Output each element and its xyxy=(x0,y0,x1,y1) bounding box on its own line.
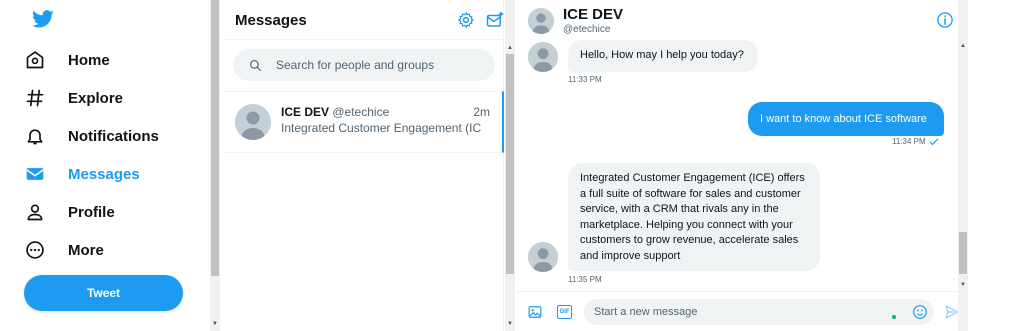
avatar xyxy=(235,104,271,140)
default-avatar-icon xyxy=(528,8,554,34)
message-bubble-incoming: Hello, How may I help you today? xyxy=(568,40,758,72)
messages-panel: Messages Search for people and groups IC… xyxy=(222,0,504,331)
settings-gear-icon[interactable] xyxy=(457,11,475,29)
scroll-up-arrow-icon[interactable]: ▲ xyxy=(958,41,968,51)
nav-item-label: Notifications xyxy=(68,127,159,145)
person-icon xyxy=(24,201,46,223)
default-avatar-icon xyxy=(235,104,271,140)
avatar[interactable] xyxy=(528,8,554,34)
new-message-icon[interactable] xyxy=(486,11,504,29)
emoji-icon[interactable] xyxy=(912,304,928,320)
tweet-button[interactable]: Tweet xyxy=(24,275,183,311)
hashtag-icon xyxy=(24,87,46,109)
avatar xyxy=(528,242,558,272)
gif-button[interactable]: GIF xyxy=(557,305,572,319)
search-input[interactable] xyxy=(276,58,476,72)
envelope-icon xyxy=(24,163,46,185)
nav-item-notifications[interactable]: Notifications xyxy=(24,118,159,154)
status-dot xyxy=(892,315,896,319)
more-circle-icon xyxy=(24,239,46,261)
message-timestamp: 11:34 PM xyxy=(892,137,926,146)
scroll-down-arrow-icon[interactable]: ▼ xyxy=(210,319,220,329)
twitter-app: Home Explore Notifications Messages Prof… xyxy=(0,0,1024,331)
conversation-title: ICE DEV @etechice xyxy=(281,105,389,119)
message-input[interactable] xyxy=(594,306,884,318)
message-timestamp: 11:33 PM xyxy=(568,75,602,84)
search-icon xyxy=(250,59,261,71)
nav-scrollbar[interactable]: ▼ xyxy=(210,0,220,331)
conversation-preview: Integrated Customer Engagement (IC... xyxy=(281,121,481,135)
gif-label: GIF xyxy=(559,309,570,315)
conversation-item[interactable]: ICE DEV @etechice 2m Integrated Customer… xyxy=(222,91,504,153)
scroll-up-arrow-icon[interactable]: ▲ xyxy=(505,43,515,53)
message-bubble-incoming: Integrated Customer Engagement (ICE) off… xyxy=(568,163,820,271)
home-icon xyxy=(24,49,46,71)
default-avatar-icon xyxy=(528,42,558,72)
nav-item-label: Messages xyxy=(68,165,140,183)
scrollbar-thumb[interactable] xyxy=(506,54,514,274)
search-box[interactable] xyxy=(233,49,495,81)
conversation-handle: @etechice xyxy=(332,105,390,119)
nav-item-label: More xyxy=(68,241,104,259)
nav-item-label: Explore xyxy=(68,89,124,107)
chat-contact-handle: @etechice xyxy=(563,24,611,35)
chat-panel: ICE DEV @etechice Hello, How may I help … xyxy=(516,0,968,331)
default-avatar-icon xyxy=(528,242,558,272)
chat-contact-name: ICE DEV xyxy=(563,6,624,23)
nav-item-more[interactable]: More xyxy=(24,232,104,268)
nav-item-explore[interactable]: Explore xyxy=(24,80,123,116)
scrollbar-thumb[interactable] xyxy=(211,0,219,276)
nav-item-label: Profile xyxy=(68,203,115,221)
message-timestamp: 11:35 PM xyxy=(568,275,602,284)
conversation-name: ICE DEV xyxy=(281,105,330,119)
twitter-logo-icon[interactable] xyxy=(30,8,56,30)
compose-box[interactable] xyxy=(584,299,934,325)
chat-header: ICE DEV @etechice xyxy=(516,0,968,38)
messages-header: Messages xyxy=(222,0,504,40)
avatar xyxy=(528,42,558,72)
info-icon[interactable] xyxy=(936,11,954,29)
sent-check-icon xyxy=(929,137,939,145)
sidebar-nav: Home Explore Notifications Messages Prof… xyxy=(0,0,210,331)
scroll-down-arrow-icon[interactable]: ▼ xyxy=(505,319,515,329)
scroll-down-arrow-icon[interactable]: ▼ xyxy=(958,280,968,290)
conversation-time: 2m xyxy=(473,105,490,119)
image-icon[interactable] xyxy=(528,305,542,319)
bell-icon xyxy=(24,125,46,147)
message-bubble-outgoing: I want to know about ICE software xyxy=(748,102,944,136)
nav-item-profile[interactable]: Profile xyxy=(24,194,115,230)
nav-item-messages[interactable]: Messages xyxy=(24,156,140,192)
scrollbar-thumb[interactable] xyxy=(959,232,967,274)
messages-list-scrollbar[interactable]: ▲ ▼ xyxy=(505,0,515,331)
message-composer: GIF xyxy=(516,291,968,331)
nav-item-home[interactable]: Home xyxy=(24,42,110,78)
chat-scrollbar[interactable]: ▲ ▼ xyxy=(958,0,968,331)
message-meta: 11:34 PM xyxy=(892,137,939,146)
nav-item-label: Home xyxy=(68,51,110,69)
page-title: Messages xyxy=(235,12,307,29)
